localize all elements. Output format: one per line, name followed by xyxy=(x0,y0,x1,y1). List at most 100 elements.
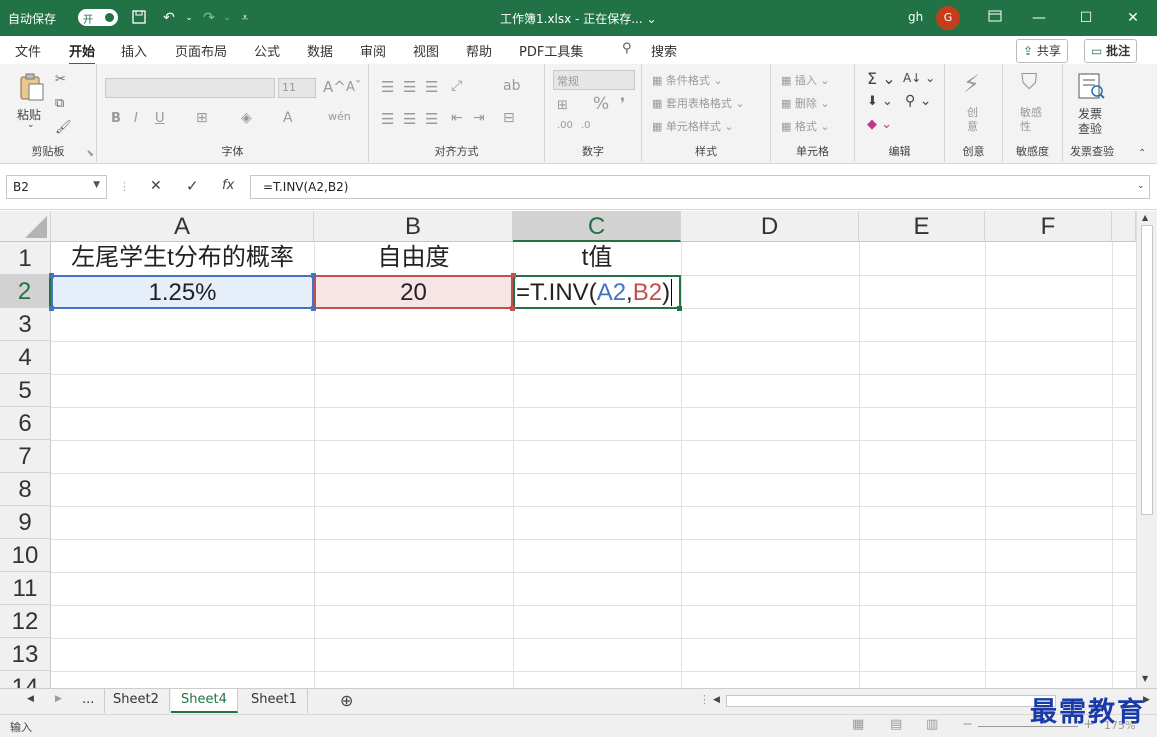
sheet-tab-sheet1[interactable]: Sheet1 xyxy=(241,689,308,713)
page-break-view-icon[interactable]: ▥ xyxy=(926,717,938,732)
collapse-ribbon-icon[interactable]: ⌃ xyxy=(1138,148,1146,159)
row-header-11[interactable]: 11 xyxy=(0,572,51,605)
selection-handle[interactable] xyxy=(49,306,54,311)
orientation-icon[interactable]: ⤢ xyxy=(451,78,462,94)
delete-cells-button[interactable]: ▦ 删除 ⌄ xyxy=(781,95,830,111)
dialog-launcher-icon[interactable]: ⬊ xyxy=(86,149,94,159)
selection-handle[interactable] xyxy=(311,273,316,278)
percent-icon[interactable]: % xyxy=(593,94,609,114)
comma-icon[interactable]: ❜ xyxy=(620,94,625,113)
redo-dropdown-icon[interactable]: ⌄ xyxy=(218,9,236,27)
row-header-5[interactable]: 5 xyxy=(0,374,51,407)
sort-filter-icon[interactable]: A↓ ⌄ xyxy=(903,71,935,85)
cell-styles-button[interactable]: ▦ 单元格样式 ⌄ xyxy=(652,118,734,134)
undo-dropdown-icon[interactable]: ⌄ xyxy=(180,9,198,27)
tab-split-icon[interactable]: ⋮ xyxy=(699,693,710,706)
tab-pdf-tools[interactable]: PDF工具集 xyxy=(519,41,583,60)
row-header-7[interactable]: 7 xyxy=(0,440,51,473)
invoice-icon[interactable] xyxy=(1075,72,1107,102)
italic-button[interactable]: I xyxy=(134,111,138,126)
column-header-g[interactable] xyxy=(1112,211,1136,242)
tab-review[interactable]: 审阅 xyxy=(360,41,386,60)
hscroll-left-icon[interactable]: ◀ xyxy=(713,695,720,705)
row-header-14[interactable]: 14 xyxy=(0,671,51,688)
avatar[interactable]: G xyxy=(936,6,960,30)
column-header-b[interactable]: B xyxy=(314,211,513,242)
cell-a2[interactable]: 1.25% xyxy=(51,275,314,309)
ribbon-display-icon[interactable] xyxy=(986,9,1004,27)
selection-handle[interactable] xyxy=(510,306,515,311)
decrease-decimal-icon[interactable]: .0 xyxy=(581,120,591,131)
font-color-icon[interactable]: A xyxy=(283,110,293,126)
row-header-1[interactable]: 1 xyxy=(0,242,51,275)
minimize-icon[interactable]: — xyxy=(1030,9,1048,27)
comments-button[interactable]: ▭ 批注 xyxy=(1084,39,1138,63)
expand-formula-icon[interactable]: ⌄ xyxy=(1137,181,1145,191)
column-header-a[interactable]: A xyxy=(51,211,314,242)
scroll-thumb[interactable] xyxy=(1141,225,1153,515)
clear-icon[interactable]: ◆ ⌄ xyxy=(867,117,892,132)
number-format-combo[interactable]: 常规 xyxy=(553,70,635,90)
sheet-tab-sheet4[interactable]: Sheet4 xyxy=(171,689,238,713)
align-bottom-icon[interactable]: ☰ xyxy=(425,78,438,96)
ideas-label[interactable]: 创意 xyxy=(967,106,981,134)
selection-handle[interactable] xyxy=(49,273,54,278)
autosum-icon[interactable]: Σ ⌄ xyxy=(867,69,896,88)
merge-center-icon[interactable]: ⊟ xyxy=(503,110,515,126)
borders-icon[interactable]: ⊞ xyxy=(196,110,208,126)
maximize-icon[interactable]: ☐ xyxy=(1077,9,1095,27)
currency-icon[interactable]: ⊞ xyxy=(557,98,568,113)
tab-formulas[interactable]: 公式 xyxy=(254,41,280,60)
increase-decimal-icon[interactable]: .00 xyxy=(557,120,573,131)
worksheet-grid[interactable]: A B C D E F 1 2 3 4 5 6 7 8 9 10 11 12 1… xyxy=(0,211,1136,688)
tab-page-layout[interactable]: 页面布局 xyxy=(175,41,227,60)
scroll-down-icon[interactable]: ▼ xyxy=(1142,674,1148,683)
vertical-scrollbar[interactable]: ▲ ▼ xyxy=(1136,211,1157,688)
tab-insert[interactable]: 插入 xyxy=(121,41,147,60)
customize-qat-icon[interactable]: ⩡ xyxy=(236,9,254,27)
normal-view-icon[interactable]: ▦ xyxy=(852,717,864,732)
select-all-corner[interactable] xyxy=(0,211,51,242)
formula-input[interactable]: =T.INV(A2,B2) xyxy=(250,175,1150,199)
format-painter-icon[interactable]: 🖌 xyxy=(55,120,72,135)
cancel-icon[interactable]: ✕ xyxy=(150,178,162,194)
row-header-10[interactable]: 10 xyxy=(0,539,51,572)
sheet-tab-sheet2[interactable]: Sheet2 xyxy=(103,689,170,713)
column-header-d[interactable]: D xyxy=(681,211,859,242)
undo-icon[interactable]: ↶ xyxy=(160,9,178,27)
row-header-2[interactable]: 2 xyxy=(0,275,51,308)
row-header-13[interactable]: 13 xyxy=(0,638,51,671)
shrink-font-icon[interactable]: Aˇ xyxy=(346,80,361,95)
scroll-up-icon[interactable]: ▲ xyxy=(1142,213,1148,222)
sensitivity-icon[interactable]: ⛉ xyxy=(1021,70,1038,95)
conditional-formatting-button[interactable]: ▦ 条件格式 ⌄ xyxy=(652,72,723,88)
enter-icon[interactable]: ✓ xyxy=(186,177,199,195)
prev-sheet-icon[interactable]: ◀ xyxy=(27,694,34,704)
align-left-icon[interactable]: ☰ xyxy=(381,110,394,128)
ideas-icon[interactable]: ⚡ xyxy=(963,70,980,98)
name-box[interactable]: B2 ▼ xyxy=(6,175,107,199)
format-cells-button[interactable]: ▦ 格式 ⌄ xyxy=(781,118,830,134)
row-header-12[interactable]: 12 xyxy=(0,605,51,638)
cut-icon[interactable]: ✂ xyxy=(55,72,66,87)
align-right-icon[interactable]: ☰ xyxy=(425,110,438,128)
zoom-out-icon[interactable]: − xyxy=(962,717,973,732)
copy-icon[interactable]: ⧉ xyxy=(55,96,64,111)
cell-b1[interactable]: 自由度 xyxy=(314,242,513,275)
close-icon[interactable]: ✕ xyxy=(1124,9,1142,27)
fill-handle[interactable] xyxy=(677,306,682,311)
find-select-icon[interactable]: ⚲ ⌄ xyxy=(905,93,931,109)
save-icon[interactable] xyxy=(130,9,148,27)
more-sheets[interactable]: ... xyxy=(72,689,106,713)
cell-b2[interactable]: 20 xyxy=(314,275,513,309)
page-layout-view-icon[interactable]: ▤ xyxy=(890,717,902,732)
name-box-dropdown-icon[interactable]: ▼ xyxy=(93,180,100,190)
redo-icon[interactable]: ↷ xyxy=(200,9,218,27)
selection-handle[interactable] xyxy=(511,273,516,278)
decrease-indent-icon[interactable]: ⇤ xyxy=(451,110,463,126)
align-top-icon[interactable]: ☰ xyxy=(381,78,394,96)
row-header-3[interactable]: 3 xyxy=(0,308,51,341)
cell-c1[interactable]: t值 xyxy=(513,242,681,275)
cell-a1[interactable]: 左尾学生t分布的概率 xyxy=(51,242,314,275)
selection-handle[interactable] xyxy=(311,306,316,311)
